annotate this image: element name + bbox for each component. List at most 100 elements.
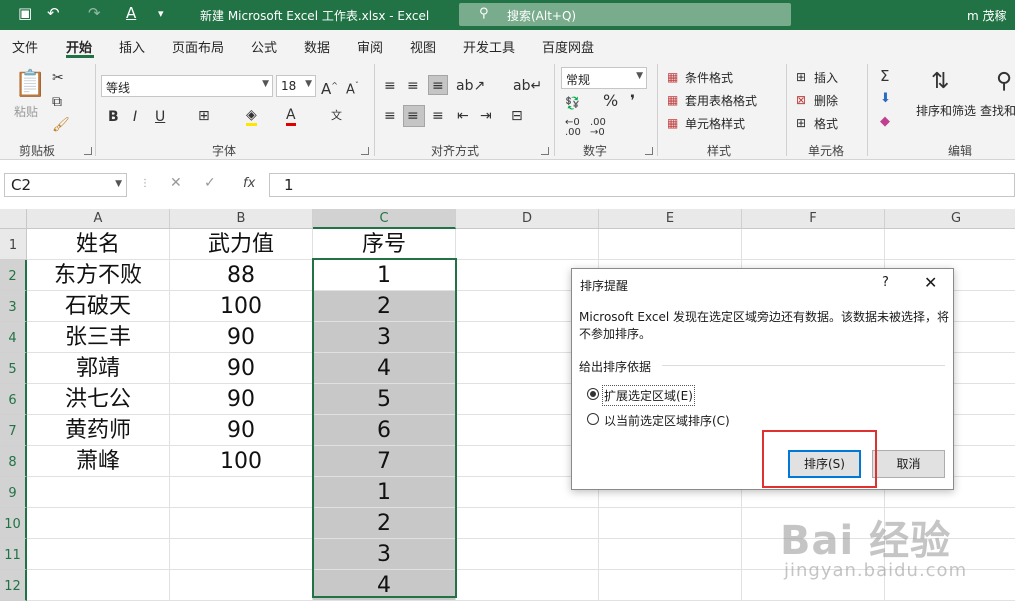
- row-header[interactable]: 12: [0, 570, 27, 601]
- enter-formula-icon[interactable]: ✓: [204, 175, 216, 191]
- cell-b12[interactable]: [170, 570, 313, 601]
- close-icon[interactable]: ✕: [924, 273, 937, 292]
- italic-icon[interactable]: I: [133, 109, 137, 125]
- cell-b9[interactable]: [170, 477, 313, 508]
- row-header[interactable]: 10: [0, 508, 27, 539]
- cell-a4[interactable]: 张三丰: [27, 322, 170, 353]
- cell-a5[interactable]: 郭靖: [27, 353, 170, 384]
- select-all-corner[interactable]: [0, 209, 27, 229]
- format-as-table-icon[interactable]: ▦: [667, 92, 678, 108]
- conditional-formatting-label[interactable]: 条件格式: [685, 69, 733, 86]
- increase-indent-icon[interactable]: ⇥: [480, 108, 492, 124]
- font-name-select[interactable]: 等线 ▼: [101, 75, 273, 97]
- tab-review[interactable]: 审阅: [357, 37, 383, 56]
- cell-g1[interactable]: [885, 229, 1015, 260]
- customize-qat-icon[interactable]: ▾: [158, 7, 164, 20]
- cell-e1[interactable]: [599, 229, 742, 260]
- paste-icon[interactable]: 📋: [14, 70, 46, 98]
- save-icon[interactable]: ▣: [18, 4, 32, 22]
- bold-icon[interactable]: B: [108, 109, 119, 125]
- tab-file[interactable]: 文件: [12, 37, 38, 56]
- column-header-b[interactable]: B: [170, 209, 313, 229]
- accounting-format-icon[interactable]: 💱: [565, 95, 580, 111]
- cell-c9[interactable]: 1: [313, 477, 456, 508]
- find-select-icon[interactable]: ⚲: [996, 70, 1012, 94]
- comma-icon[interactable]: ❜: [630, 93, 635, 109]
- cell-c3[interactable]: 2: [313, 291, 456, 322]
- cell-a2[interactable]: 东方不败: [27, 260, 170, 291]
- cell-b2[interactable]: 88: [170, 260, 313, 291]
- cell-f12[interactable]: [742, 570, 885, 601]
- cell-a11[interactable]: [27, 539, 170, 570]
- search-box[interactable]: ⚲ 搜索(Alt+Q): [459, 3, 791, 26]
- cell-b8[interactable]: 100: [170, 446, 313, 477]
- cell-g12[interactable]: [885, 570, 1015, 601]
- column-header-c[interactable]: C: [313, 209, 456, 229]
- cell-b4[interactable]: 90: [170, 322, 313, 353]
- name-box[interactable]: C2 ▼: [4, 173, 127, 197]
- row-header[interactable]: 5: [0, 353, 27, 384]
- cell-b11[interactable]: [170, 539, 313, 570]
- cell-g11[interactable]: [885, 539, 1015, 570]
- row-header[interactable]: 8: [0, 446, 27, 477]
- cancel-button[interactable]: 取消: [872, 450, 945, 478]
- sort-filter-icon[interactable]: ⇅: [931, 70, 949, 94]
- cell-a6[interactable]: 洪七公: [27, 384, 170, 415]
- tab-baidu-netdisk[interactable]: 百度网盘: [542, 37, 594, 56]
- phonetic-icon[interactable]: 文: [331, 108, 342, 124]
- font-color-quick-icon[interactable]: A: [126, 4, 136, 22]
- column-header-a[interactable]: A: [27, 209, 170, 229]
- current-selection-radio[interactable]: [587, 413, 599, 425]
- decrease-indent-icon[interactable]: ⇤: [457, 108, 469, 124]
- tab-home[interactable]: 开始: [66, 37, 92, 56]
- tab-formulas[interactable]: 公式: [251, 37, 277, 56]
- cell-a9[interactable]: [27, 477, 170, 508]
- cell-b1[interactable]: 武力值: [170, 229, 313, 260]
- increase-font-icon[interactable]: A^: [321, 78, 338, 97]
- row-header[interactable]: 3: [0, 291, 27, 322]
- find-select-label[interactable]: 查找和: [980, 102, 1015, 119]
- align-right-icon[interactable]: ≡: [432, 108, 444, 124]
- cell-d10[interactable]: [456, 508, 599, 539]
- cell-g10[interactable]: [885, 508, 1015, 539]
- clear-icon[interactable]: ◆: [880, 114, 890, 130]
- font-size-select[interactable]: 18 ▼: [276, 75, 316, 97]
- column-header-d[interactable]: D: [456, 209, 599, 229]
- cell-c1[interactable]: 序号: [313, 229, 456, 260]
- row-header[interactable]: 11: [0, 539, 27, 570]
- cell-e10[interactable]: [599, 508, 742, 539]
- row-header[interactable]: 6: [0, 384, 27, 415]
- cell-d1[interactable]: [456, 229, 599, 260]
- percent-icon[interactable]: %: [603, 93, 618, 109]
- cell-a1[interactable]: 姓名: [27, 229, 170, 260]
- row-header[interactable]: 7: [0, 415, 27, 446]
- fill-color-icon[interactable]: ◈: [246, 107, 257, 126]
- font-color-icon[interactable]: A: [286, 107, 296, 126]
- row-header[interactable]: 1: [0, 229, 27, 260]
- cancel-formula-icon[interactable]: ✕: [170, 175, 182, 191]
- cell-f11[interactable]: [742, 539, 885, 570]
- delete-cells-icon[interactable]: ⊠: [796, 92, 806, 108]
- row-header[interactable]: 9: [0, 477, 27, 508]
- format-painter-icon[interactable]: 🖌: [52, 117, 70, 133]
- align-top-icon[interactable]: ≡: [384, 78, 396, 94]
- format-cells-icon[interactable]: ⊞: [796, 115, 806, 131]
- sort-button[interactable]: 排序(S): [788, 450, 861, 478]
- cell-d11[interactable]: [456, 539, 599, 570]
- copy-icon[interactable]: ⧉: [52, 94, 62, 110]
- tab-page-layout[interactable]: 页面布局: [172, 37, 224, 56]
- insert-cells-icon[interactable]: ⊞: [796, 69, 806, 85]
- conditional-formatting-icon[interactable]: ▦: [667, 69, 678, 85]
- help-icon[interactable]: ?: [882, 275, 889, 290]
- cell-styles-label[interactable]: 单元格样式: [685, 115, 745, 132]
- tab-developer[interactable]: 开发工具: [463, 37, 515, 56]
- font-launcher-icon[interactable]: [361, 147, 369, 155]
- format-as-table-label[interactable]: 套用表格格式: [685, 92, 757, 109]
- cell-e12[interactable]: [599, 570, 742, 601]
- autosum-icon[interactable]: Σ: [880, 68, 889, 84]
- increase-decimal-icon[interactable]: ←0.00: [565, 118, 581, 138]
- merge-center-icon[interactable]: ⊟: [511, 108, 523, 124]
- align-middle-icon[interactable]: ≡: [407, 78, 419, 94]
- underline-icon[interactable]: U: [155, 109, 165, 125]
- insert-function-icon[interactable]: fx: [243, 176, 255, 191]
